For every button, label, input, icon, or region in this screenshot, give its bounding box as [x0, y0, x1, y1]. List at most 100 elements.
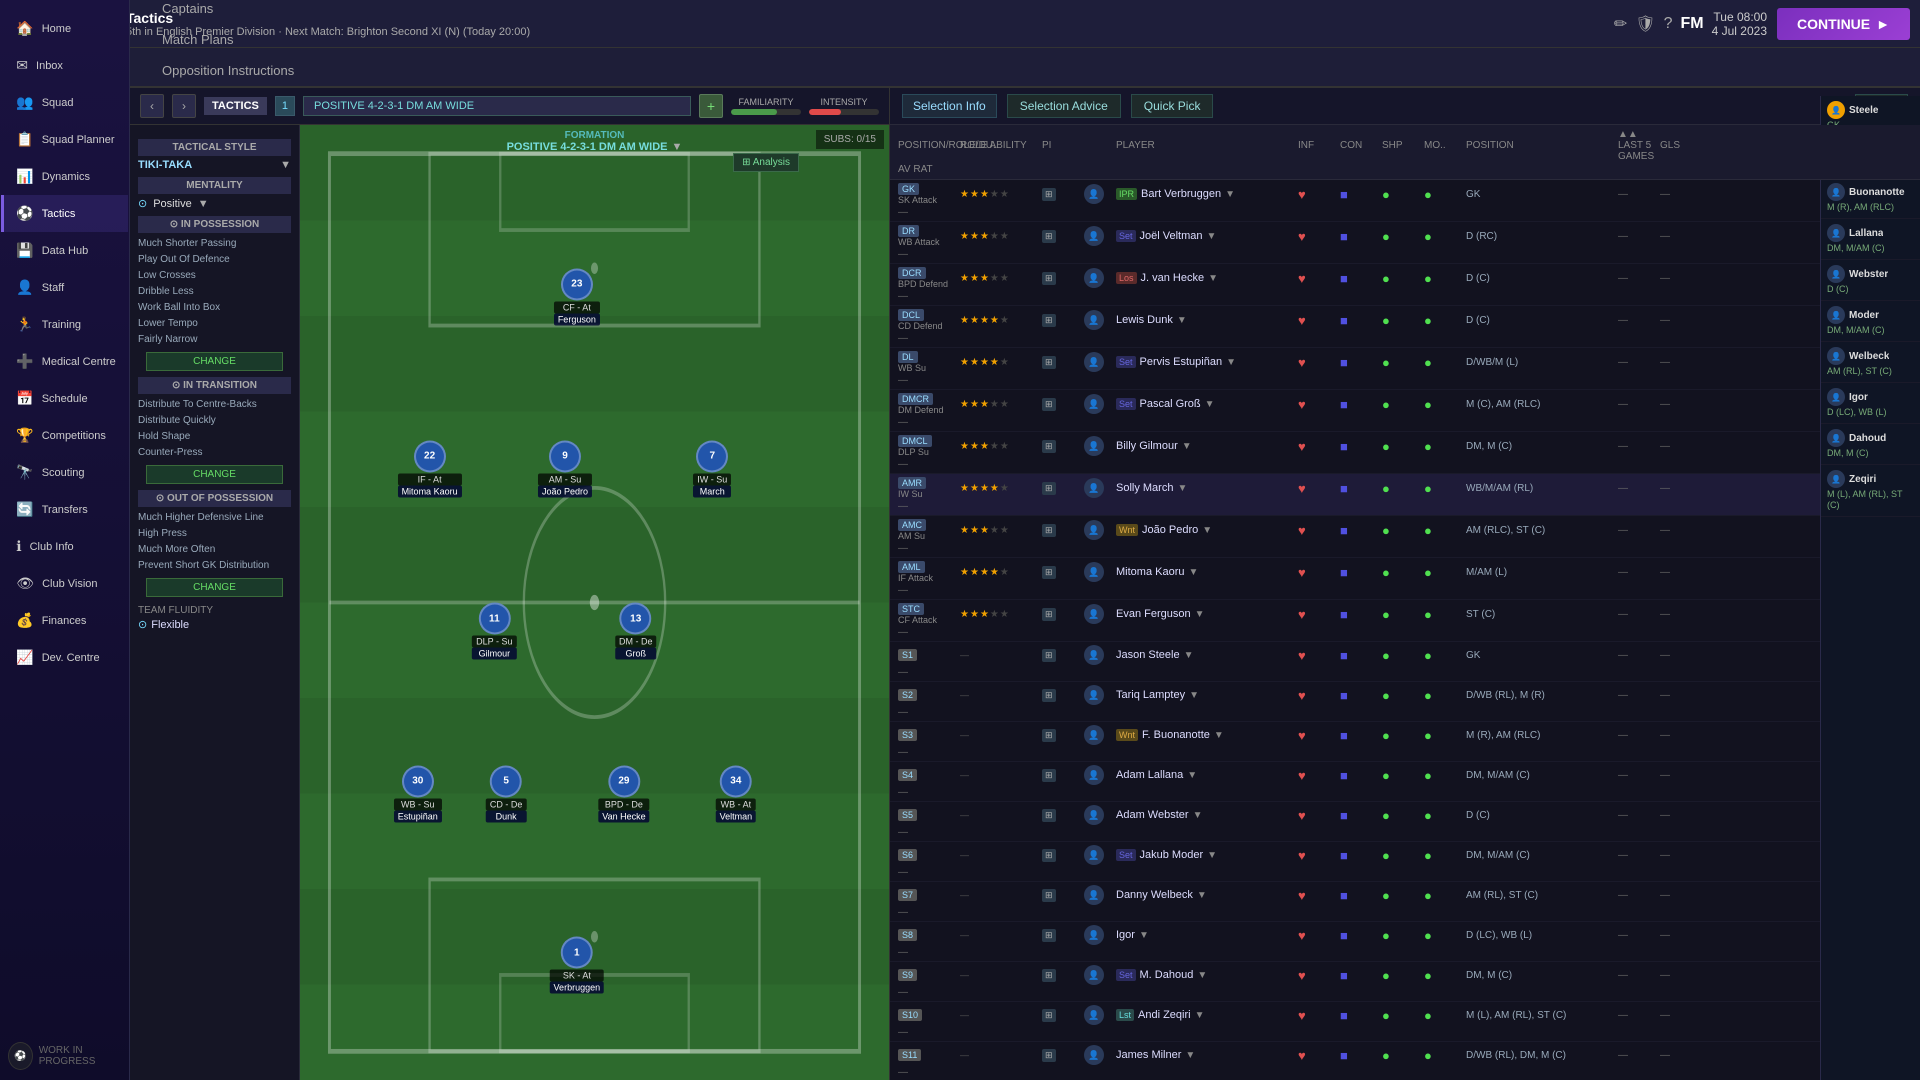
sidebar-item-competitions[interactable]: 🏆Competitions	[1, 417, 127, 454]
con-cell-0: ■	[1340, 187, 1380, 202]
col-con: CON	[1340, 140, 1380, 151]
sidebar-item-tactics[interactable]: ⚽Tactics	[1, 195, 127, 232]
table-row[interactable]: AMR IW Su ★★★★★ ⊞ 👤 Solly March ▼ ♥ ■ ● …	[890, 474, 1920, 516]
player-node-gilmour[interactable]: 11 DLP - Su Gilmour	[472, 603, 516, 660]
table-row[interactable]: S6 — ⊞ 👤 Set Jakub Moder ▼ ♥ ■ ● ● DM, M…	[890, 842, 1920, 882]
player-node-kaoru[interactable]: 22 IF - At Mitoma Kaoru	[398, 440, 462, 497]
player-node-estupinan[interactable]: 30 WB - Su Estupiñan	[394, 765, 442, 822]
edit-icon[interactable]: ✏	[1614, 14, 1627, 34]
mo-cell-7: ●	[1424, 481, 1464, 496]
tactics-back-btn[interactable]: ‹	[140, 94, 164, 118]
con-cell-17: ■	[1340, 888, 1380, 903]
tab-captains[interactable]: Captains	[146, 0, 310, 26]
mo-circle-6: ●	[1424, 439, 1432, 454]
table-row[interactable]: DCL CD Defend ★★★★★ ⊞ 👤 Lewis Dunk ▼ ♥ ■…	[890, 306, 1920, 348]
sidebar-item-scouting[interactable]: 🔭Scouting	[1, 454, 127, 491]
player-node-march[interactable]: 7 IW - Su March	[693, 440, 731, 497]
style-arrow[interactable]: ▼	[280, 159, 291, 171]
tab-opposition[interactable]: Opposition Instructions	[146, 55, 310, 88]
player-node-dunk[interactable]: 5 CD - De Dunk	[486, 765, 527, 822]
player-node-joaopedro[interactable]: 9 AM - Su João Pedro	[538, 440, 592, 497]
sidebar-item-data-hub[interactable]: 💾Data Hub	[1, 232, 127, 269]
sidebar-item-medical[interactable]: ➕Medical Centre	[1, 343, 127, 380]
out-possession-change-btn[interactable]: CHANGE	[146, 578, 284, 597]
circle-icon-1: ●	[1382, 229, 1390, 244]
sidebar-item-squad[interactable]: 👥Squad	[1, 84, 127, 121]
shield-icon[interactable]: 🛡	[1635, 14, 1655, 34]
transfers-icon: 🔄	[16, 501, 33, 518]
sidebar-item-transfers[interactable]: 🔄Transfers	[1, 491, 127, 528]
add-tactic-btn[interactable]: +	[699, 94, 723, 118]
table-row[interactable]: DMCL DLP Su ★★★★★ ⊞ 👤 Billy Gilmour ▼ ♥ …	[890, 432, 1920, 474]
wip-icon: ⚽	[8, 1042, 33, 1070]
sidebar-item-club-info[interactable]: ℹClub Info	[1, 528, 127, 565]
table-row[interactable]: S1 — ⊞ 👤 Jason Steele ▼ ♥ ■ ● ● GK — — —	[890, 642, 1920, 682]
table-row[interactable]: DL WB Su ★★★★★ ⊞ 👤 Set Pervis Estupiñan …	[890, 348, 1920, 390]
table-row[interactable]: S3 — ⊞ 👤 Wnt F. Buonanotte ▼ ♥ ■ ● ● M (…	[890, 722, 1920, 762]
sidebar-item-staff[interactable]: 👤Staff	[1, 269, 127, 306]
inf-cell-11: ♥	[1298, 648, 1338, 663]
in-transition-change-btn[interactable]: CHANGE	[146, 465, 284, 484]
circle-icon-6: ●	[1382, 439, 1390, 454]
sidebar-item-finances[interactable]: 💰Finances	[1, 602, 127, 639]
pi-cell-17: ⊞	[1042, 889, 1082, 902]
player-node-vanheck[interactable]: 29 BPD - De Van Hecke	[598, 765, 649, 822]
mo-cell-20: ●	[1424, 1008, 1464, 1023]
pos-cell-9: AML IF Attack	[898, 561, 958, 583]
help-icon[interactable]: ?	[1664, 15, 1673, 33]
table-row[interactable]: S11 — ⊞ 👤 James Milner ▼ ♥ ■ ● ● D/WB (R…	[890, 1042, 1920, 1080]
table-row[interactable]: S5 — ⊞ 👤 Adam Webster ▼ ♥ ■ ● ● D (C) — …	[890, 802, 1920, 842]
table-row[interactable]: S2 — ⊞ 👤 Tariq Lamptey ▼ ♥ ■ ● ● D/WB (R…	[890, 682, 1920, 722]
position-cell-7: WB/M/AM (RL)	[1466, 483, 1616, 494]
sidebar-label-tactics: Tactics	[42, 208, 76, 220]
tab-match-plans[interactable]: Match Plans	[146, 24, 310, 57]
col-gls: GLS	[1660, 140, 1720, 151]
tactics-forward-btn[interactable]: ›	[172, 94, 196, 118]
table-row[interactable]: S4 — ⊞ 👤 Adam Lallana ▼ ♥ ■ ● ● DM, M/AM…	[890, 762, 1920, 802]
sidebar-item-club-vision[interactable]: 👁Club Vision	[1, 565, 127, 602]
mo-cell-3: ●	[1424, 313, 1464, 328]
sq-icon-0: ■	[1340, 187, 1348, 202]
table-row[interactable]: S7 — ⊞ 👤 Danny Welbeck ▼ ♥ ■ ● ● AM (RL)…	[890, 882, 1920, 922]
sidebar-item-schedule[interactable]: 📅Schedule	[1, 380, 127, 417]
in-possession-item: Play Out Of Defence	[138, 252, 291, 268]
shp-cell-2: ●	[1382, 271, 1422, 286]
table-row[interactable]: DMCR DM Defend ★★★★★ ⊞ 👤 Set Pascal Groß…	[890, 390, 1920, 432]
sidebar-item-squad-planner[interactable]: 📋Squad Planner	[1, 121, 127, 158]
table-row[interactable]: S10 — ⊞ 👤 Lst Andi Zeqiri ▼ ♥ ■ ● ● M (L…	[890, 1002, 1920, 1042]
table-row[interactable]: DCR BPD Defend ★★★★★ ⊞ 👤 Los J. van Heck…	[890, 264, 1920, 306]
continue-button[interactable]: CONTINUE ►	[1777, 8, 1910, 40]
table-row[interactable]: STC CF Attack ★★★★★ ⊞ 👤 Evan Ferguson ▼ …	[890, 600, 1920, 642]
table-row[interactable]: S8 — ⊞ 👤 Igor ▼ ♥ ■ ● ● D (LC), WB (L) —…	[890, 922, 1920, 962]
sidebar-item-home[interactable]: 🏠Home	[1, 10, 127, 47]
player-node-gros[interactable]: 13 DM - De Groß	[615, 603, 657, 660]
analysis-button[interactable]: ⊞ Analysis	[733, 153, 799, 172]
table-row[interactable]: AMC AM Su ★★★★★ ⊞ 👤 Wnt João Pedro ▼ ♥ ■…	[890, 516, 1920, 558]
mentality-arrow[interactable]: ▼	[198, 198, 209, 210]
in-possession-change-btn[interactable]: CHANGE	[146, 352, 284, 371]
table-row[interactable]: GK SK Attack ★★★★★ ⊞ 👤 IPR Bart Verbrugg…	[890, 180, 1920, 222]
col-position: POSITION/ROLE/DU..	[898, 140, 958, 151]
player-node-ferguson[interactable]: 23 CF - At Ferguson	[554, 268, 600, 325]
shp-cell-11: ●	[1382, 648, 1422, 663]
avatar-cell-4: 👤	[1084, 352, 1114, 372]
table-row[interactable]: S9 — ⊞ 👤 Set M. Dahoud ▼ ♥ ■ ● ● DM, M (…	[890, 962, 1920, 1002]
player-node-veltman[interactable]: 34 WB - At Veltman	[716, 765, 757, 822]
shp-cell-3: ●	[1382, 313, 1422, 328]
avrat-cell-0: —	[898, 207, 958, 218]
sidebar-item-dev-centre[interactable]: 📈Dev. Centre	[1, 639, 127, 676]
selection-info-dropdown[interactable]: Selection Info	[902, 94, 997, 118]
player-name-12: Tariq Lamptey ▼	[1116, 689, 1296, 701]
gls-cell-8: —	[1660, 525, 1720, 536]
formation-selector[interactable]: POSITIVE 4-2-3-1 DM AM WIDE	[303, 96, 691, 116]
selection-advice-btn[interactable]: Selection Advice	[1007, 94, 1121, 118]
sidebar-item-inbox[interactable]: ✉Inbox	[1, 47, 127, 84]
quick-pick-btn[interactable]: Quick Pick	[1131, 94, 1214, 118]
circle-icon-5: ●	[1382, 397, 1390, 412]
shp-cell-19: ●	[1382, 968, 1422, 983]
sidebar-item-training[interactable]: 🏃Training	[1, 306, 127, 343]
player-node-verbruggen[interactable]: 1 SK - At Verbruggen	[550, 937, 605, 994]
table-row[interactable]: AML IF Attack ★★★★★ ⊞ 👤 Mitoma Kaoru ▼ ♥…	[890, 558, 1920, 600]
sidebar-item-dynamics[interactable]: 📊Dynamics	[1, 158, 127, 195]
table-row[interactable]: DR WB Attack ★★★★★ ⊞ 👤 Set Joël Veltman …	[890, 222, 1920, 264]
